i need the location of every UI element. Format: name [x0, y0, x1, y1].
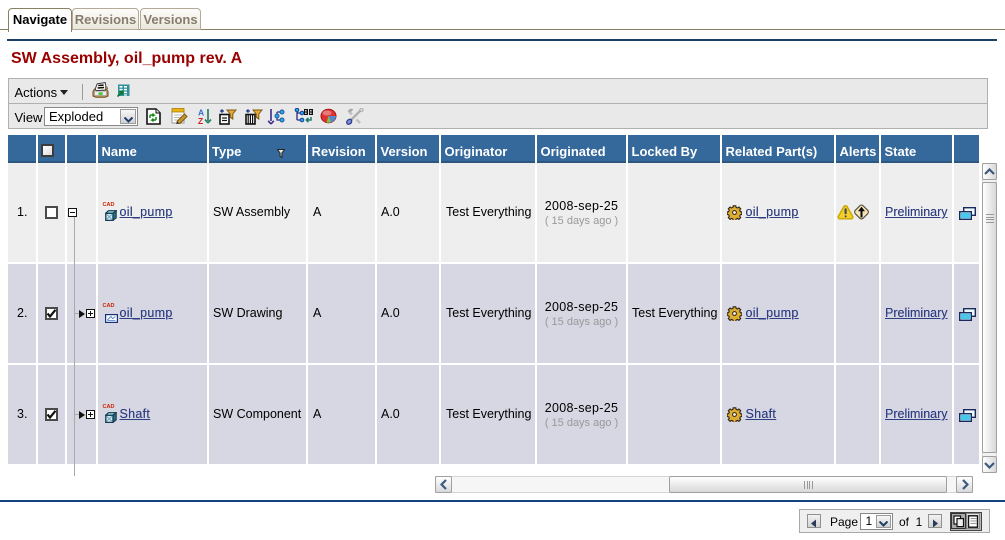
svg-text:Z: Z [198, 116, 203, 125]
